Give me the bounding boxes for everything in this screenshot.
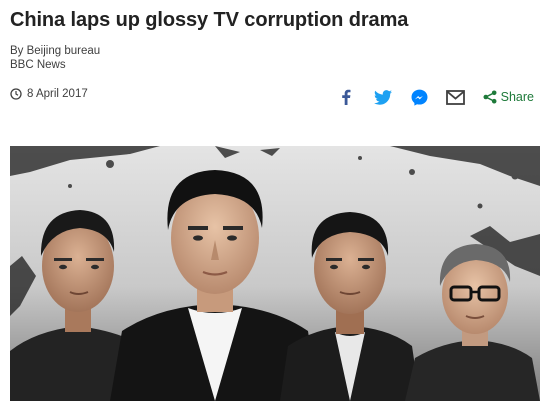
facebook-icon[interactable]	[335, 86, 357, 108]
messenger-icon[interactable]	[409, 86, 431, 108]
poster-illustration	[10, 146, 540, 401]
meta-row: 8 April 2017 Share	[10, 86, 540, 108]
publish-date: 8 April 2017	[10, 88, 88, 100]
share-icon	[483, 90, 497, 104]
article-headline: China laps up glossy TV corruption drama	[10, 9, 409, 31]
date-text: 8 April 2017	[27, 88, 88, 100]
article-hero-image	[10, 146, 540, 401]
source-name: BBC News	[10, 59, 66, 71]
share-label: Share	[500, 90, 534, 104]
twitter-icon[interactable]	[372, 86, 394, 108]
clock-icon	[10, 88, 22, 100]
email-icon[interactable]	[445, 86, 467, 108]
share-bar: Share	[335, 86, 534, 108]
share-button[interactable]: Share	[483, 90, 534, 104]
author-name: By Beijing bureau	[10, 45, 101, 57]
byline: By Beijing bureau BBC News	[10, 44, 100, 72]
